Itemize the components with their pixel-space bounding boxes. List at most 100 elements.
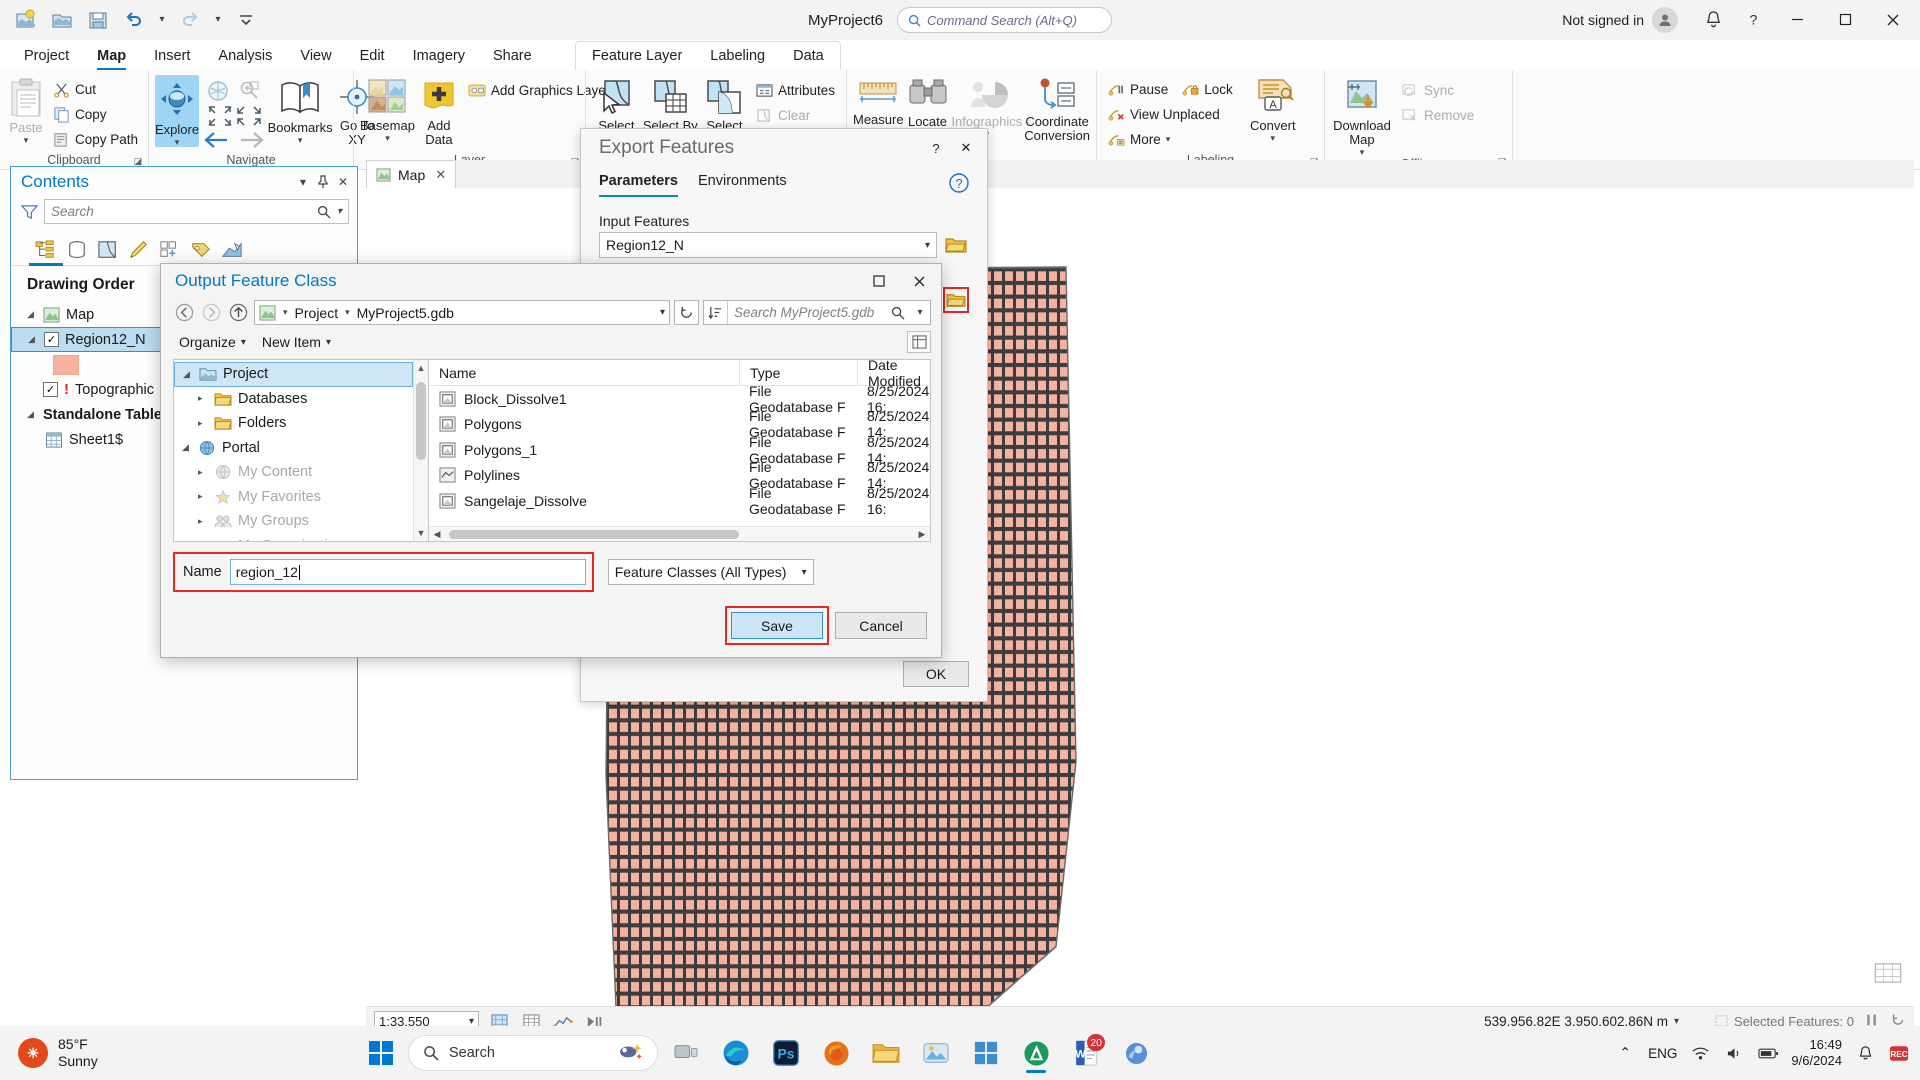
coordinate-conversion-button[interactable]: Coordinate Conversion [1024, 75, 1090, 143]
zoom-to-extent-icon[interactable] [236, 105, 262, 127]
editing-icon[interactable] [128, 240, 150, 260]
tab-share[interactable]: Share [479, 42, 546, 70]
expander-icon[interactable]: ▸ [198, 491, 208, 502]
open-project-icon[interactable] [46, 5, 78, 35]
convert-labels-button[interactable]: A Convert ▾ [1242, 75, 1304, 143]
tree-item-my-content[interactable]: ▸ My Content [174, 460, 413, 485]
up-button[interactable] [227, 301, 250, 324]
chevron-right-icon[interactable]: ▾ [345, 307, 350, 318]
tree-item-project[interactable]: ◢ Project [174, 362, 413, 387]
tree-item-my-favorites[interactable]: ▸ My Favorites [174, 485, 413, 510]
tab-map[interactable]: Map [83, 42, 140, 70]
column-header-date[interactable]: Date Modified [857, 357, 930, 389]
next-extent-icon[interactable] [239, 131, 265, 149]
fixed-zoom-in-icon[interactable] [238, 79, 262, 103]
new-project-icon[interactable] [10, 5, 42, 35]
pane-menu-icon[interactable]: ▾ [293, 171, 313, 193]
save-project-icon[interactable] [82, 5, 114, 35]
tab-data[interactable]: Data [779, 42, 838, 70]
teams-icon[interactable] [1114, 1031, 1158, 1075]
undo-icon[interactable] [118, 5, 150, 35]
store-icon[interactable] [964, 1031, 1008, 1075]
clear-selection-button[interactable]: Clear [751, 103, 840, 127]
battery-icon[interactable] [1757, 1047, 1779, 1060]
cut-button[interactable]: Cut [48, 77, 143, 101]
tab-imagery[interactable]: Imagery [399, 42, 479, 70]
tree-vertical-scrollbar[interactable]: ▲ ▼ [413, 360, 428, 541]
avatar[interactable] [1652, 6, 1678, 33]
close-icon[interactable]: ✕ [435, 167, 446, 183]
close-icon[interactable]: ✕ [951, 134, 981, 162]
tab-parameters[interactable]: Parameters [599, 173, 678, 197]
organize-button[interactable]: Organize ▾ [173, 332, 252, 352]
data-source-icon[interactable] [66, 240, 88, 260]
file-list-horizontal-scrollbar[interactable]: ◀ ▶ [429, 526, 930, 541]
weather-widget[interactable]: ☀ 85°F Sunny [0, 1036, 360, 1070]
maximize-button[interactable] [1822, 0, 1868, 40]
word-icon[interactable]: W 20 [1064, 1031, 1108, 1075]
bookmarks-dropdown-icon[interactable]: ▾ [298, 135, 303, 145]
volume-icon[interactable] [1723, 1046, 1745, 1061]
basemap-button[interactable]: Basemap ▾ [360, 75, 415, 143]
chevron-down-icon[interactable]: ▾ [326, 337, 331, 348]
save-button[interactable]: Save [731, 612, 823, 639]
language-indicator[interactable]: ENG [1648, 1046, 1677, 1061]
expander-icon[interactable]: ◢ [182, 442, 192, 453]
drawing-order-icon[interactable] [35, 239, 57, 260]
close-button[interactable] [899, 265, 939, 297]
expander-icon[interactable]: ◢ [183, 369, 193, 380]
sort-icon[interactable] [704, 301, 728, 324]
copilot-icon[interactable] [617, 1041, 643, 1065]
layer-symbol-swatch[interactable] [53, 354, 79, 375]
help-icon[interactable]: ? [921, 134, 951, 162]
tab-project[interactable]: Project [10, 42, 83, 70]
tree-item-folders[interactable]: ▸ Folders [174, 411, 413, 436]
scroll-down-icon[interactable]: ▼ [414, 525, 428, 541]
redo-dropdown-icon[interactable]: ▾ [210, 5, 226, 35]
tab-edit[interactable]: Edit [346, 42, 399, 70]
breadcrumb-project[interactable]: Project [295, 305, 339, 321]
path-breadcrumb-bar[interactable]: ▾ Project ▾ MyProject5.gdb ▾ [254, 300, 670, 325]
expander-icon[interactable]: ▸ [198, 418, 208, 429]
tab-feature-layer[interactable]: Feature Layer [578, 42, 696, 70]
file-type-filter-select[interactable]: Feature Classes (All Types) ▾ [607, 559, 814, 585]
expander-icon[interactable]: ▸ [198, 393, 208, 404]
help-icon[interactable]: ? [1734, 2, 1772, 38]
pause-labeling-button[interactable]: Pause [1103, 77, 1173, 101]
scrollbar-thumb[interactable] [449, 529, 739, 539]
bookmarks-button[interactable]: Bookmarks ▾ [268, 75, 333, 145]
explore-button[interactable]: Explore ▾ [155, 75, 200, 147]
ok-button[interactable]: OK [903, 661, 969, 687]
explore-dropdown-icon[interactable]: ▾ [175, 137, 180, 147]
layer-visibility-checkbox[interactable]: ✓ [44, 332, 59, 347]
arcgis-pro-icon[interactable] [1014, 1031, 1058, 1075]
view-mode-button[interactable] [907, 331, 931, 353]
chevron-down-icon[interactable]: ▾ [241, 337, 246, 348]
input-features-browse-button[interactable] [943, 232, 969, 258]
view-unplaced-button[interactable]: View Unplaced [1103, 102, 1238, 126]
column-header-name[interactable]: Name [429, 360, 739, 386]
close-icon[interactable]: ✕ [333, 171, 353, 193]
taskbar-clock[interactable]: 16:49 9/6/2024 [1791, 1037, 1842, 1069]
charts-icon[interactable] [221, 240, 243, 260]
wifi-icon[interactable] [1689, 1046, 1711, 1061]
full-extent-icon[interactable] [206, 79, 230, 103]
edge-icon[interactable] [714, 1031, 758, 1075]
tree-item-databases[interactable]: ▸ Databases [174, 387, 413, 412]
expander-icon[interactable]: ◢ [27, 409, 37, 420]
pin-icon[interactable] [313, 171, 333, 193]
snapping-icon[interactable] [159, 240, 181, 260]
scrollbar-thumb[interactable] [416, 382, 426, 460]
input-features-combo[interactable]: Region12_N ▾ [599, 232, 937, 258]
chevron-down-icon[interactable]: ▾ [802, 567, 807, 578]
notification-bell-icon[interactable] [1854, 1045, 1876, 1062]
selection-icon[interactable] [97, 240, 119, 260]
name-input[interactable]: region_12 [229, 559, 586, 585]
notifications-icon[interactable] [1694, 2, 1732, 38]
search-icon[interactable] [886, 306, 910, 320]
paste-dropdown-icon[interactable]: ▾ [24, 135, 29, 145]
previous-extent-icon[interactable] [203, 131, 229, 149]
basemap-visibility-checkbox[interactable]: ✓ [43, 382, 58, 397]
firefox-icon[interactable] [814, 1031, 858, 1075]
more-labeling-button[interactable]: More ▾ [1103, 127, 1238, 151]
